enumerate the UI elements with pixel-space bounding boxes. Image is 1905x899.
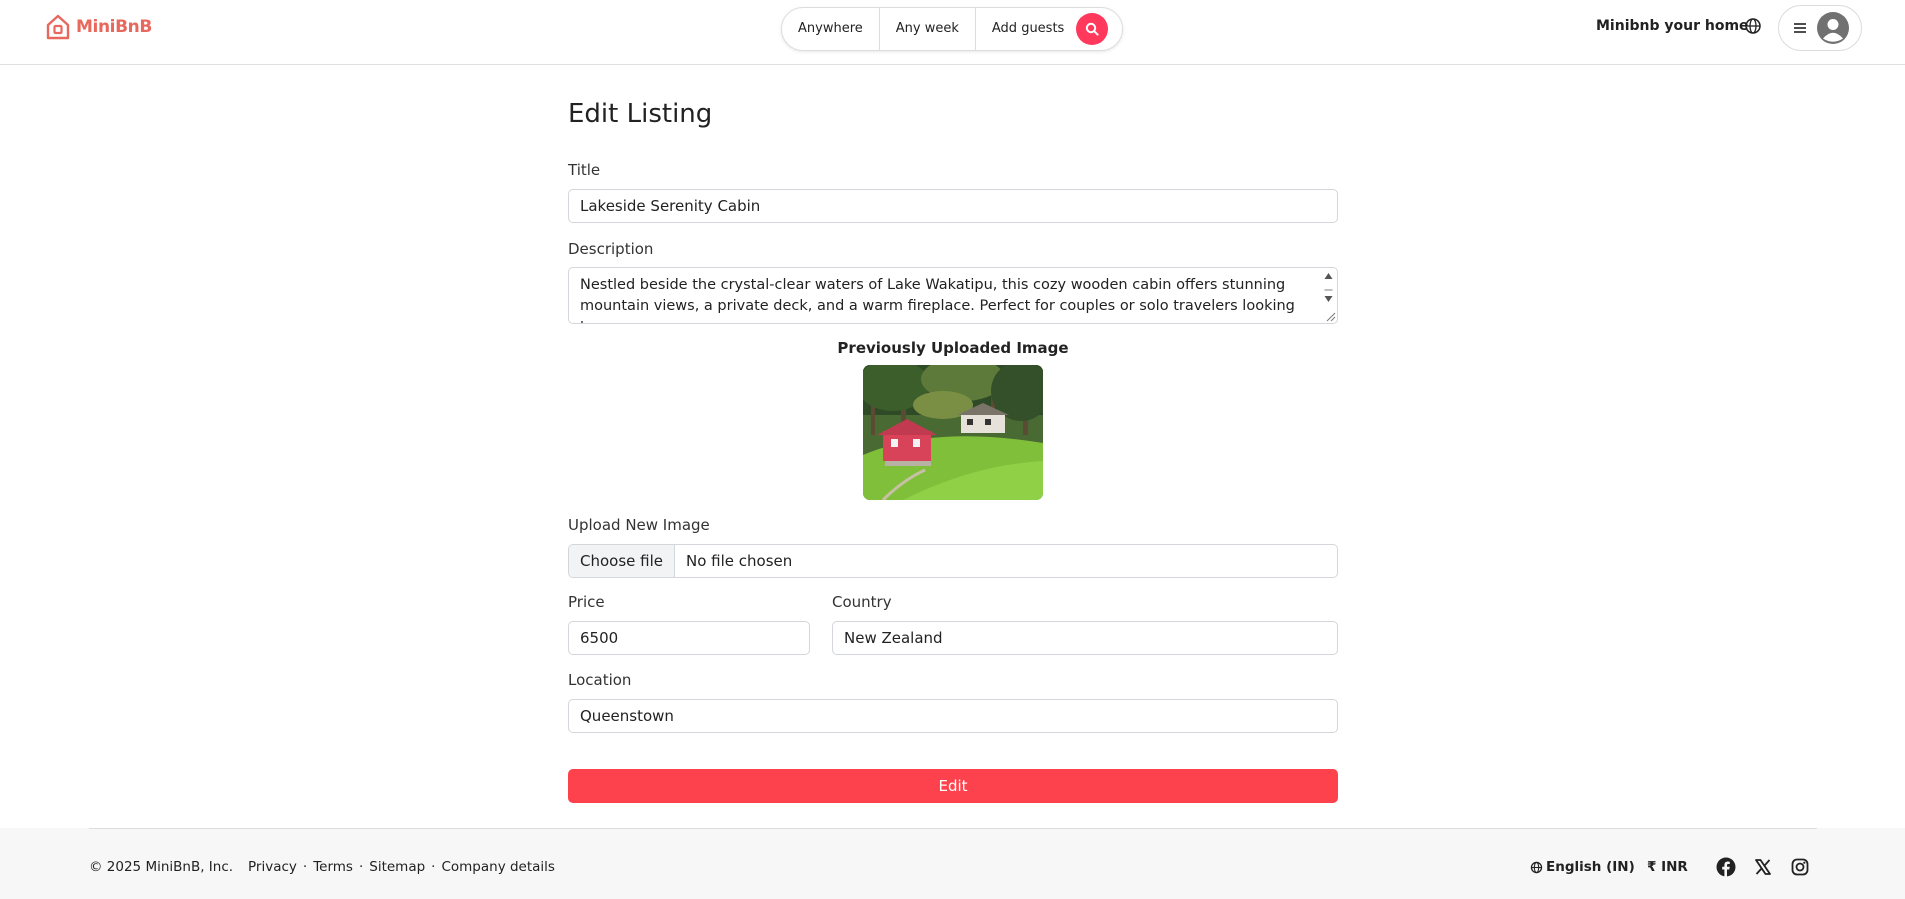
logo-text: MiniBnB [76,17,152,37]
description-text: Nestled beside the crystal-clear waters … [580,277,1295,323]
footer-link-company-details[interactable]: Company details [441,859,555,875]
location-label: Location [568,671,632,689]
search-when-button[interactable]: Any week [880,8,975,50]
house-logo-icon [46,14,70,40]
currency-selector[interactable]: ₹ INR [1647,859,1688,875]
footer-separator: · [431,859,436,875]
description-label: Description [568,240,654,258]
location-input[interactable]: Queenstown [568,699,1338,733]
footer: © 2025 MiniBnB, Inc. Privacy · Terms · S… [0,828,1905,899]
user-menu-button[interactable] [1778,5,1862,51]
price-input[interactable]: 6500 [568,621,810,655]
avatar-icon [1817,12,1849,44]
search-where-button[interactable]: Anywhere [782,8,879,50]
upload-label: Upload New Image [568,516,710,534]
globe-icon [1530,861,1543,873]
instagram-icon[interactable] [1790,857,1810,877]
image-file-input[interactable]: Choose file No file chosen [568,544,1338,578]
footer-separator: · [302,859,308,875]
language-label: English (IN) [1546,859,1635,875]
previous-listing-image [863,365,1043,500]
menu-icon [1794,23,1806,33]
globe-icon[interactable] [1744,17,1762,35]
footer-link-terms[interactable]: Terms [313,859,353,875]
footer-link-sitemap[interactable]: Sitemap [369,859,425,875]
search-icon [1086,22,1099,36]
file-status-text: No file chosen [686,552,793,570]
facebook-icon[interactable] [1716,857,1736,877]
language-selector[interactable]: English (IN) [1530,859,1635,875]
title-label: Title [568,161,601,179]
country-label: Country [832,593,892,611]
edit-submit-button[interactable]: Edit [568,769,1338,803]
footer-divider [89,828,1817,829]
host-link[interactable]: Minibnb your home [1596,18,1749,34]
title-input[interactable]: Lakeside Serenity Cabin [568,189,1338,223]
page-title: Edit Listing [568,99,713,129]
copyright-text: © 2025 MiniBnB, Inc. [89,859,234,875]
footer-separator: · [358,859,364,875]
x-icon[interactable] [1753,857,1773,877]
textarea-scrollbar[interactable] [1322,270,1335,310]
country-input[interactable]: New Zealand [832,621,1338,655]
footer-links: Privacy · Terms · Sitemap · Company deta… [248,859,555,875]
top-navbar: MiniBnB Anywhere Any week Add guests Min… [0,0,1905,65]
logo[interactable]: MiniBnB [44,13,152,41]
previous-image-label: Previously Uploaded Image [837,339,1069,357]
price-label: Price [568,593,605,611]
footer-link-privacy[interactable]: Privacy [248,859,297,875]
choose-file-button[interactable]: Choose file [569,545,675,577]
search-button[interactable] [1076,13,1109,45]
resize-handle-icon[interactable] [1324,310,1336,322]
description-textarea[interactable]: Nestled beside the crystal-clear waters … [568,267,1338,324]
search-guests-button[interactable]: Add guests [976,8,1074,50]
search-bar[interactable]: Anywhere Any week Add guests [781,7,1123,51]
